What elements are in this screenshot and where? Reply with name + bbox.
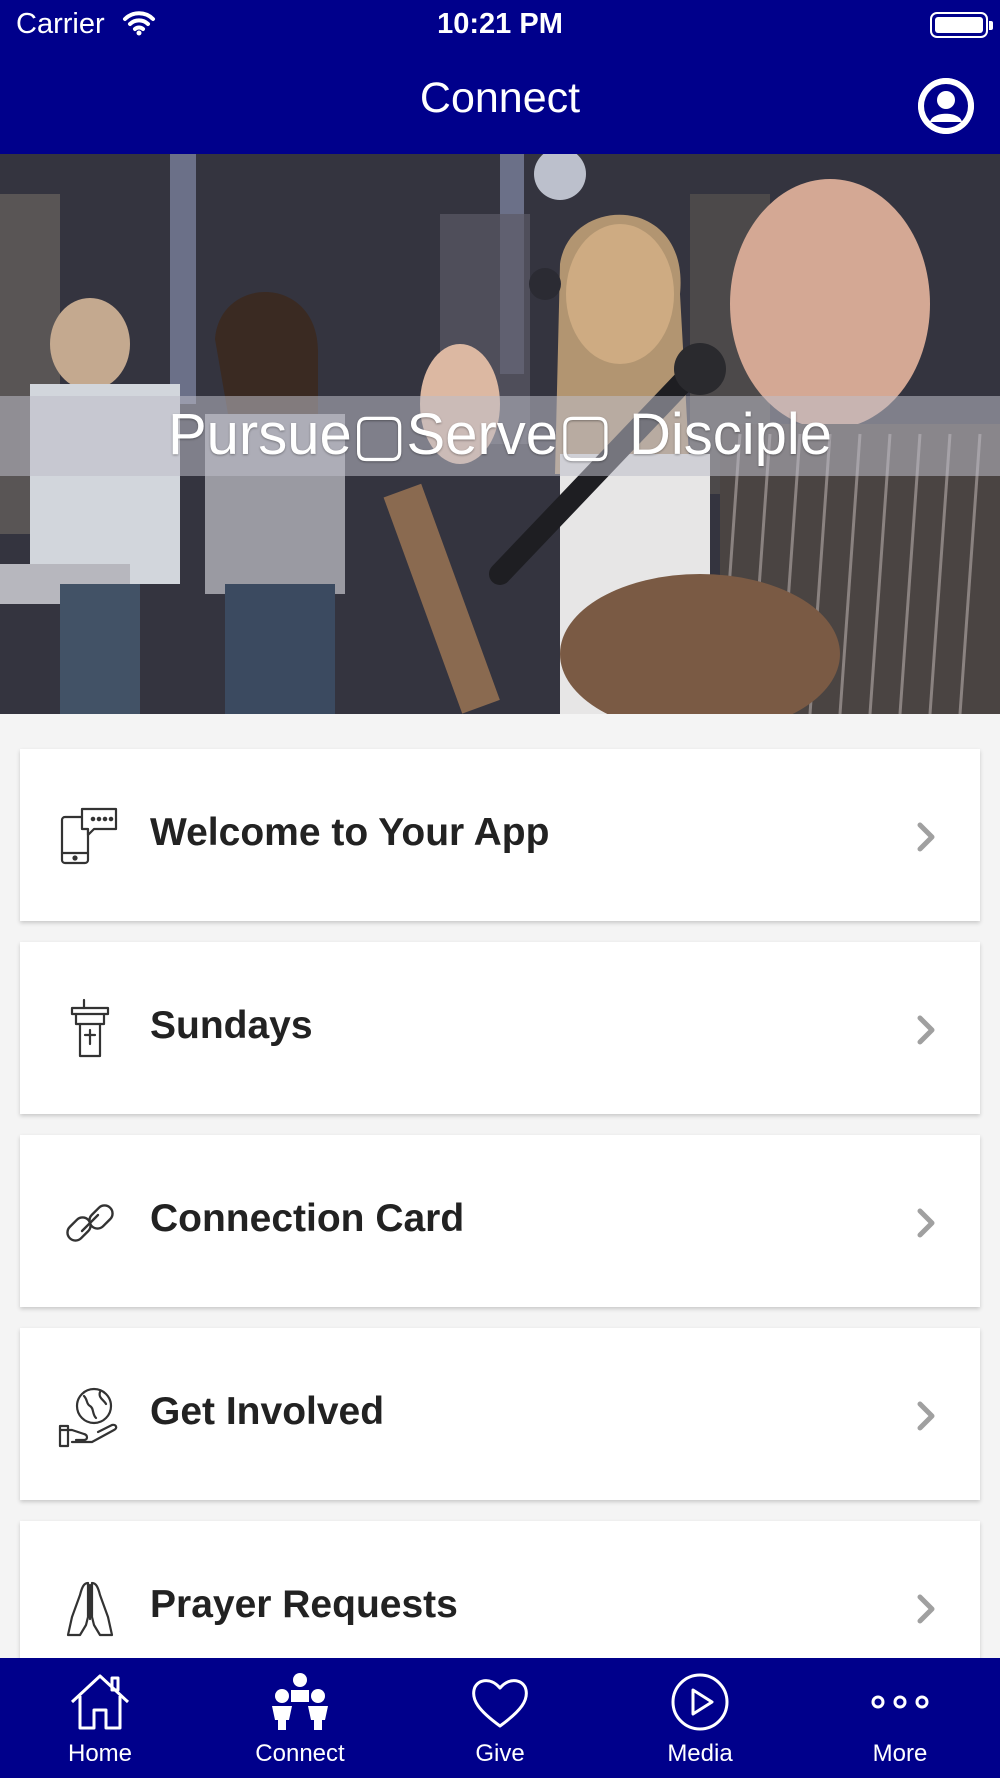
menu-item-sundays[interactable]: Sundays — [20, 942, 980, 1114]
tab-connect[interactable]: Connect — [200, 1658, 400, 1778]
battery-icon — [930, 12, 993, 38]
menu-item-label: Get Involved — [150, 1390, 385, 1433]
menu-item-label: Welcome to Your App — [150, 811, 550, 854]
home-icon — [70, 1674, 130, 1730]
chevron-right-icon — [912, 1010, 940, 1050]
tab-label: Home — [67, 1740, 133, 1767]
link-icon — [58, 1191, 122, 1255]
heart-icon — [472, 1679, 528, 1728]
more-dots-icon — [871, 1695, 929, 1709]
phone-chat-icon — [58, 805, 122, 869]
menu-item-connection-card[interactable]: Connection Card — [20, 1135, 980, 1307]
globe-hand-icon — [58, 1384, 122, 1448]
tab-label: Connect — [255, 1740, 345, 1767]
clock: 10:21 PM — [437, 8, 563, 40]
tab-label: Media — [667, 1740, 733, 1767]
pulpit-icon — [58, 998, 122, 1062]
tab-label: More — [872, 1740, 928, 1767]
bottom-tab-bar: Home Connect Give Media More — [0, 1658, 1000, 1778]
chevron-right-icon — [912, 1396, 940, 1436]
page-title: Connect — [419, 74, 581, 122]
tab-media[interactable]: Media — [600, 1658, 800, 1778]
menu-item-label: Connection Card — [150, 1197, 465, 1240]
chevron-right-icon — [912, 1203, 940, 1243]
menu-item-label: Prayer Requests — [150, 1583, 458, 1626]
tab-give[interactable]: Give — [400, 1658, 600, 1778]
user-circle-icon[interactable] — [918, 78, 974, 134]
hero-banner: Pursue▢Serve▢ Disciple — [0, 154, 1000, 714]
hero-tagline: Pursue▢Serve▢ Disciple — [167, 402, 833, 467]
people-icon — [272, 1673, 328, 1730]
menu-item-welcome[interactable]: Welcome to Your App — [20, 749, 980, 921]
praying-hands-icon — [58, 1577, 122, 1641]
chevron-right-icon — [912, 817, 940, 857]
tab-more[interactable]: More — [800, 1658, 1000, 1778]
top-bar: Carrier 10:21 PM Connect — [0, 0, 1000, 154]
tab-label: Give — [475, 1740, 525, 1767]
connect-menu-list: Welcome to Your App Sundays Connection C… — [20, 749, 980, 1714]
chevron-right-icon — [912, 1589, 940, 1629]
menu-item-label: Sundays — [150, 1004, 313, 1047]
play-circle-icon — [671, 1673, 729, 1731]
menu-item-get-involved[interactable]: Get Involved — [20, 1328, 980, 1500]
tab-home[interactable]: Home — [0, 1658, 200, 1778]
status-bar: Carrier 10:21 PM — [0, 0, 1000, 52]
